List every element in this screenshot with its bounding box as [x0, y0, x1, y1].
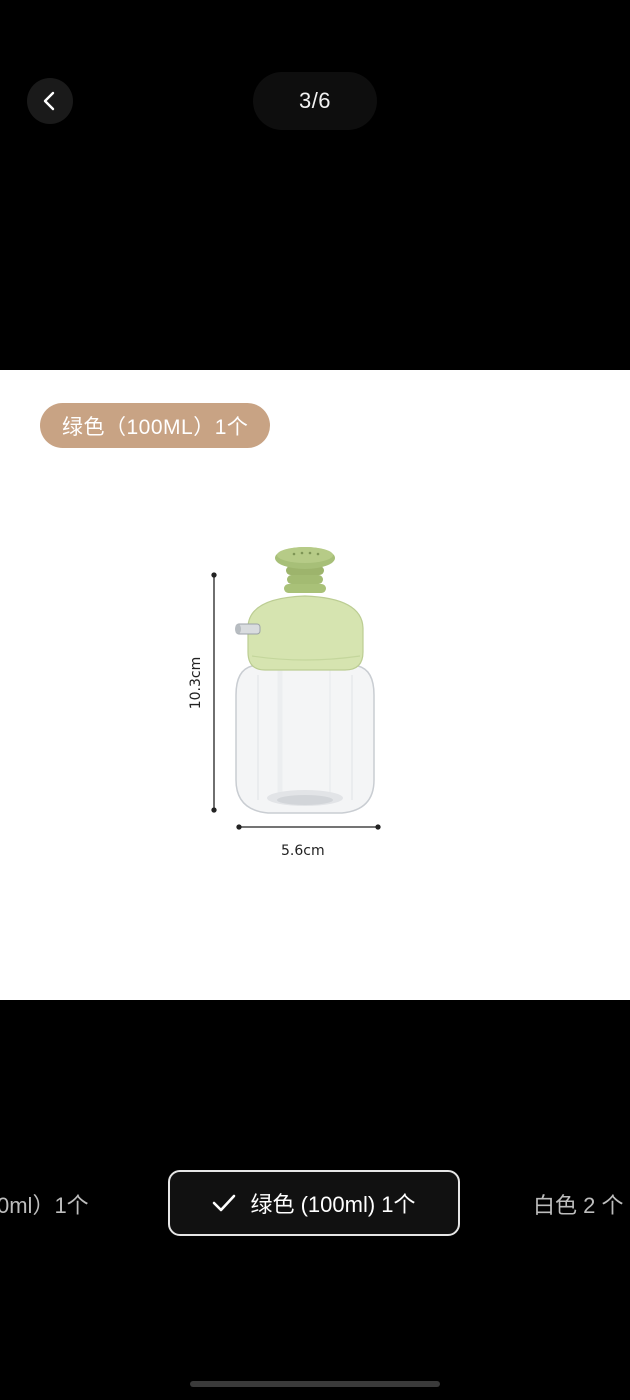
page-counter: 3/6 [253, 72, 377, 130]
variant-option-previous[interactable]: 0ml）1个 [0, 1170, 89, 1238]
variant-selector: 0ml）1个 绿色 (100ml) 1个 白色 2 个 [0, 1170, 630, 1238]
width-dimension-line [236, 824, 381, 830]
height-label: 10.3cm [188, 656, 204, 710]
height-dimension-line [211, 572, 217, 813]
variant-option-label: 绿色 (100ml) 1个 [250, 1192, 416, 1217]
bottle-illustration [211, 547, 381, 830]
product-image[interactable]: 绿色（100ML）1个 10.3cm 5.6cm [0, 370, 630, 1000]
back-button[interactable] [27, 78, 73, 124]
variant-option-next[interactable]: 白色 2 个 [533, 1170, 623, 1238]
checkmark-icon [212, 1193, 236, 1213]
width-label: 5.6cm [281, 843, 325, 859]
variant-option-label: 白色 2 个 [533, 1193, 624, 1218]
chevron-left-icon [39, 90, 61, 112]
home-indicator [190, 1381, 440, 1387]
variant-option-label: 0ml）1个 [0, 1193, 89, 1218]
variant-option-selected[interactable]: 绿色 (100ml) 1个 [168, 1170, 460, 1236]
